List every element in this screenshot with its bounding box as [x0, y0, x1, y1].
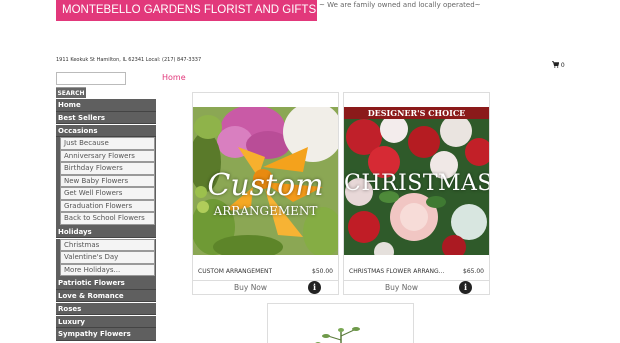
product-card: DESIGNER'S CHOICE CHRISTMAS CHRISTMAS FL…	[343, 92, 490, 295]
shop-address: 1911 Keokuk St Hamilton, IL 62341 Local:…	[56, 57, 202, 63]
product-image[interactable]: DESIGNER'S CHOICE CHRISTMAS	[344, 107, 489, 255]
sidebar-subitem-more-holidays[interactable]: More Holidays...	[60, 263, 155, 277]
search-button[interactable]: SEARCH	[56, 87, 86, 98]
shopping-cart-icon	[552, 61, 559, 68]
sidebar-item-best-sellers[interactable]: Best Sellers	[56, 111, 156, 125]
info-icon[interactable]: i	[308, 281, 321, 294]
sidebar-item-luxury[interactable]: Luxury	[56, 315, 156, 329]
product-card	[267, 303, 414, 343]
image-title-text: Custom	[207, 168, 324, 203]
shop-logo[interactable]: MONTEBELLO GARDENS FLORIST AND GIFTS	[56, 0, 317, 21]
sidebar-item-sympathy[interactable]: Sympathy Flowers	[56, 328, 156, 341]
sidebar-subitem-birthday[interactable]: Birthday Flowers	[60, 162, 155, 175]
sidebar-subitem-anniversary[interactable]: Anniversary Flowers	[60, 149, 155, 163]
sidebar-item-holidays[interactable]: Holidays	[56, 225, 156, 239]
holidays-submenu: Christmas Valentine's Day More Holidays.…	[56, 238, 156, 278]
sidebar-subitem-christmas[interactable]: Christmas	[60, 238, 155, 252]
sidebar-subitem-new-baby[interactable]: New Baby Flowers	[60, 174, 155, 188]
image-title-text: CHRISTMAS	[344, 171, 489, 196]
sidebar-item-home[interactable]: Home	[56, 99, 156, 112]
product-name[interactable]: CUSTOM ARRANGEMENT	[198, 265, 272, 279]
sidebar-nav: Home Best Sellers Occasions Just Because…	[56, 99, 156, 341]
cart-count: 0	[560, 62, 565, 69]
breadcrumb-home[interactable]: Home	[162, 73, 186, 82]
sidebar-subitem-get-well[interactable]: Get Well Flowers	[60, 187, 155, 200]
product-price: $50.00	[312, 268, 333, 275]
sidebar-item-love-romance[interactable]: Love & Romance	[56, 289, 156, 303]
sidebar-subitem-valentines[interactable]: Valentine's Day	[60, 251, 155, 264]
search-input[interactable]	[56, 72, 126, 85]
cart-link[interactable]: 0	[552, 61, 565, 69]
sidebar-subitem-graduation[interactable]: Graduation Flowers	[60, 199, 155, 213]
designers-choice-banner: DESIGNER'S CHOICE	[344, 107, 489, 119]
plant-photo[interactable]	[268, 304, 414, 343]
sidebar-item-roses[interactable]: Roses	[56, 302, 156, 316]
sidebar-item-patriotic[interactable]: Patriotic Flowers	[56, 277, 156, 290]
sidebar-subitem-just-because[interactable]: Just Because	[60, 137, 155, 150]
image-subtitle-text: ARRANGEMENT	[213, 204, 318, 218]
product-name[interactable]: CHRISTMAS FLOWER ARRANG...	[349, 265, 444, 279]
occasions-submenu: Just Because Anniversary Flowers Birthda…	[56, 137, 156, 226]
product-image[interactable]: Custom ARRANGEMENT	[193, 107, 338, 255]
buy-now-button[interactable]: Buy Now	[344, 283, 459, 292]
info-icon[interactable]: i	[459, 281, 472, 294]
buy-now-button[interactable]: Buy Now	[193, 283, 308, 292]
tagline: ~ We are family owned and locally operat…	[319, 1, 481, 9]
product-card: Custom ARRANGEMENT CUSTOM ARRANGEMENT $5…	[192, 92, 339, 295]
sidebar-item-occasions[interactable]: Occasions	[56, 124, 156, 138]
sidebar-subitem-back-to-school[interactable]: Back to School Flowers	[60, 212, 155, 225]
product-price: $65.00	[463, 268, 484, 275]
